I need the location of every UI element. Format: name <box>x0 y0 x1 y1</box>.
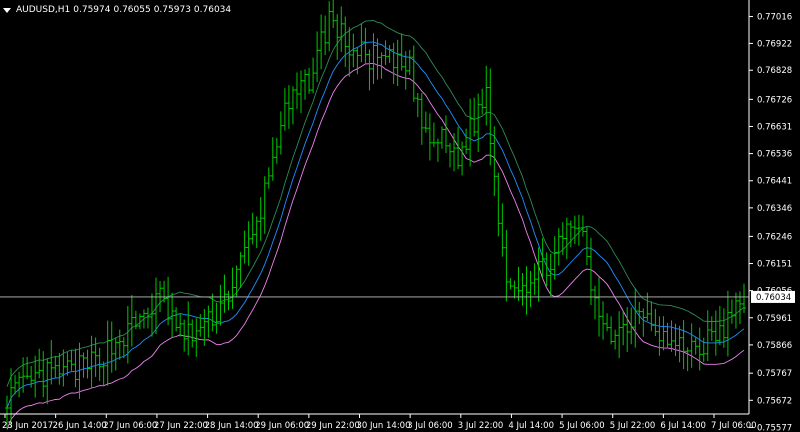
time-tick-label: 30 Jun 14:00 <box>357 421 411 431</box>
time-tick-label: 28 Jun 14:00 <box>205 421 259 431</box>
price-tick-label: 0.76828 <box>757 66 792 76</box>
price-tick-label: 0.75866 <box>757 341 792 351</box>
price-tick-label: 0.76151 <box>757 260 792 270</box>
price-chart[interactable]: 0.77016 0.76922 0.76828 0.76726 0.76631 0.765… <box>0 0 800 432</box>
envelope-upper-line <box>6 20 745 387</box>
price-tick-label: 0.76536 <box>757 150 792 160</box>
price-tick-label: 0.76922 <box>757 39 792 49</box>
time-tick-label: 23 Jun 2017 <box>2 421 53 431</box>
price-tick-label: 0.76346 <box>757 204 792 214</box>
price-tick-label: 0.76246 <box>757 232 792 242</box>
price-tick-label: 0.76631 <box>757 122 792 132</box>
price-tick-label: 0.75767 <box>757 369 792 379</box>
time-tick-label: 5 Jul 22:00 <box>610 421 656 431</box>
chart-window[interactable]: AUDUSD,H1 0.75974 0.76055 0.75973 0.7603… <box>0 0 800 432</box>
price-tick-label: 0.75577 <box>757 423 792 432</box>
envelope-lower-line <box>6 62 745 430</box>
time-tick-label: 3 Jul 22:00 <box>458 421 504 431</box>
time-tick-label: 4 Jul 14:00 <box>508 421 554 431</box>
time-tick-label: 26 Jun 14:00 <box>53 421 107 431</box>
time-tick-label: 7 Jul 06:00 <box>711 421 757 431</box>
price-tick-label: 0.76441 <box>757 177 792 187</box>
time-tick-label: 5 Jul 06:00 <box>559 421 605 431</box>
time-tick-label: 27 Jun 06:00 <box>103 421 157 431</box>
time-tick-label: 3 Jul 06:00 <box>407 421 453 431</box>
time-tick-label: 29 Jun 22:00 <box>306 421 360 431</box>
price-tick-label: 0.77016 <box>757 13 792 23</box>
price-tick-label: 0.75672 <box>757 396 792 406</box>
moving-average-line <box>6 41 745 409</box>
price-tick-label: 0.76726 <box>757 95 792 105</box>
price-tick-label: 0.75961 <box>757 314 792 324</box>
current-price-tag-label: 0.76034 <box>756 293 791 303</box>
time-tick-label: 27 Jun 22:00 <box>154 421 208 431</box>
time-tick-label: 6 Jul 14:00 <box>660 421 706 431</box>
time-tick-label: 29 Jun 06:00 <box>255 421 309 431</box>
